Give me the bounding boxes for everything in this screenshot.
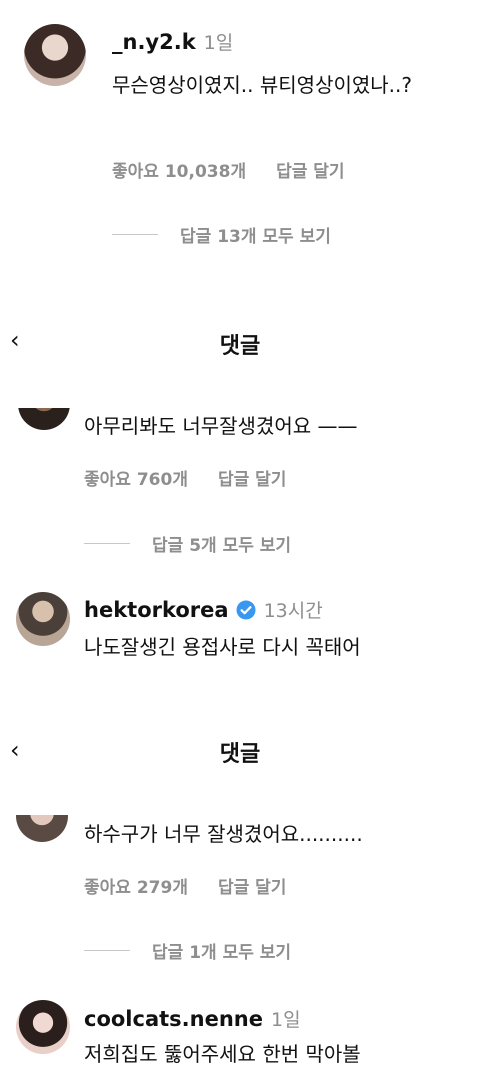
crop-mask	[0, 784, 480, 815]
username[interactable]: _n.y2.k	[112, 30, 196, 54]
comment-text: 아무리봐도 너무잘생겼어요 ——	[84, 414, 358, 438]
reply-button[interactable]: 답글 달기	[218, 470, 286, 490]
view-replies-button[interactable]: 답글 5개 모두 보기	[84, 531, 291, 556]
username[interactable]: hektorkorea	[84, 598, 229, 622]
like-count[interactable]: 좋아요 760개	[84, 470, 188, 490]
page-title: 댓글	[219, 742, 261, 767]
divider	[84, 950, 130, 951]
comment-meta: 좋아요 760개 답글 달기	[84, 465, 316, 490]
avatar[interactable]	[16, 1000, 70, 1054]
page-title: 댓글	[219, 334, 261, 359]
comment-header: hektorkorea 13시간	[84, 596, 323, 623]
view-replies-label: 답글 5개 모두 보기	[152, 536, 292, 556]
crop-mask	[0, 370, 480, 408]
divider	[84, 543, 130, 544]
like-count[interactable]: 좋아요 279개	[84, 878, 188, 898]
reply-button[interactable]: 답글 달기	[276, 162, 344, 182]
reply-button[interactable]: 답글 달기	[218, 878, 286, 898]
comment-header: _n.y2.k 1일	[112, 28, 233, 55]
view-replies-label: 답글 13개 모두 보기	[180, 227, 331, 247]
comment-header: coolcats.nenne 1일	[84, 1005, 301, 1032]
username[interactable]: coolcats.nenne	[84, 1007, 263, 1031]
comment-text: 하수구가 너무 잘생겼어요..........	[84, 822, 363, 846]
comment-meta: 좋아요 279개 답글 달기	[84, 873, 316, 898]
view-replies-button[interactable]: 답글 13개 모두 보기	[112, 222, 331, 247]
comment-text: 나도잘생긴 용접사로 다시 꼭태어	[84, 635, 361, 659]
comment-text: 무슨영상이였지.. 뷰티영상이였나..?	[112, 73, 413, 97]
verified-badge-icon	[236, 600, 256, 620]
view-replies-label: 답글 1개 모두 보기	[152, 943, 292, 963]
comment-time: 13시간	[263, 600, 323, 622]
like-count[interactable]: 좋아요 10,038개	[112, 162, 246, 182]
comment-meta: 좋아요 10,038개 답글 달기	[112, 157, 375, 182]
comment-time: 1일	[270, 1009, 301, 1031]
avatar[interactable]	[24, 24, 86, 86]
view-replies-button[interactable]: 답글 1개 모두 보기	[84, 938, 291, 963]
comment-time: 1일	[203, 32, 234, 54]
divider	[112, 234, 158, 235]
comment-text: 저희집도 뚫어주세요 한번 막아볼	[84, 1042, 361, 1066]
avatar[interactable]	[16, 592, 70, 646]
